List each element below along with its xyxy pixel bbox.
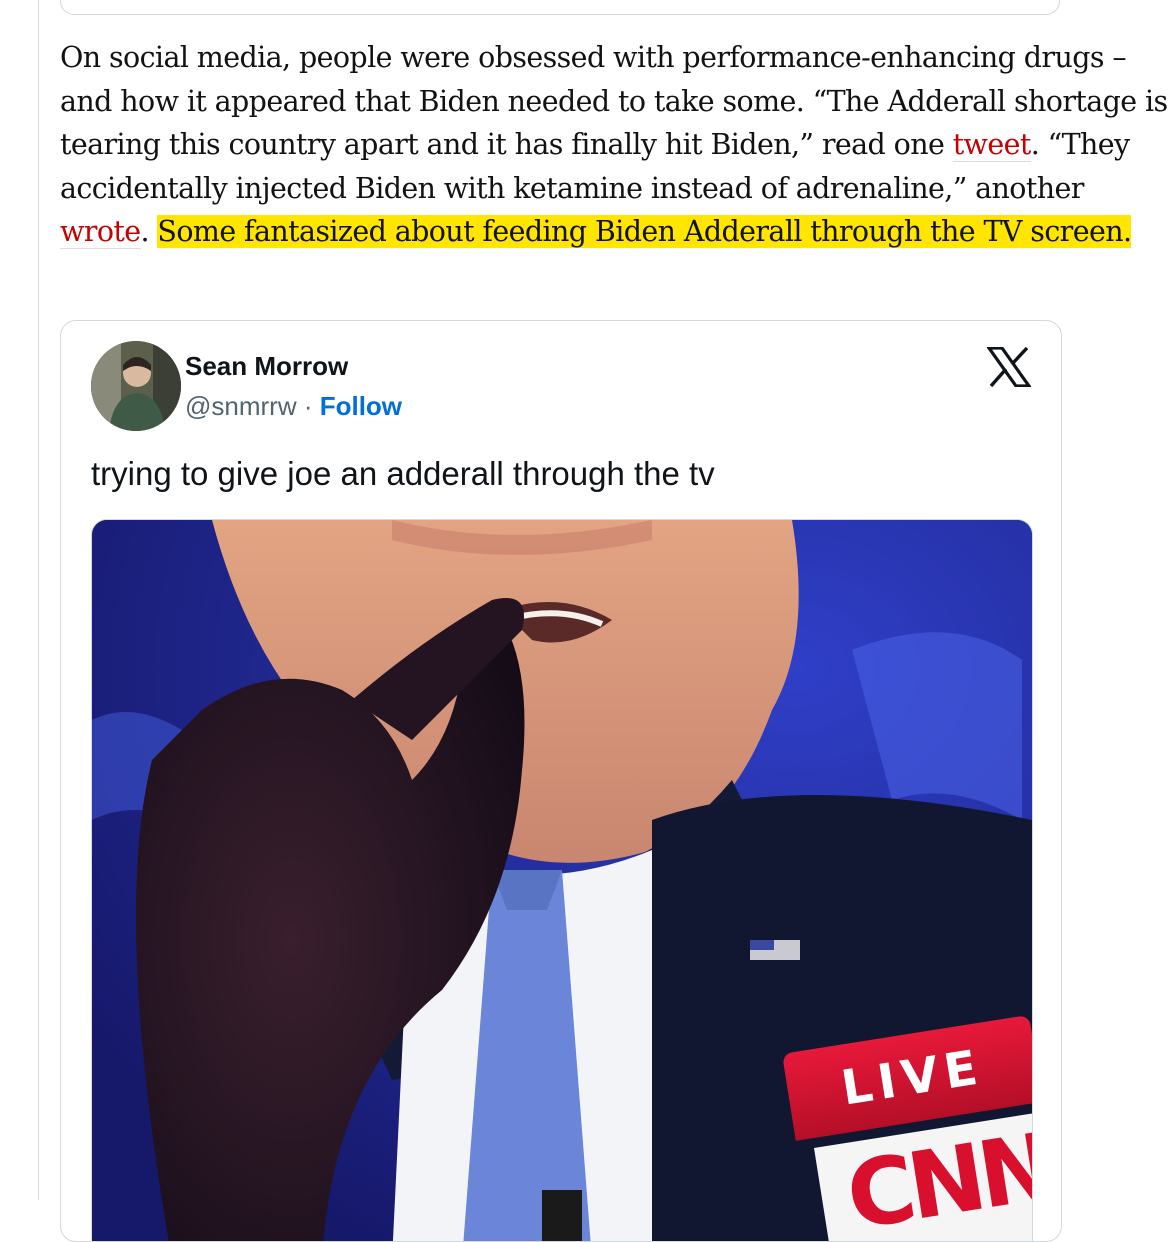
article-paragraph: On social media, people were obsessed wi…: [60, 36, 1170, 254]
avatar[interactable]: [91, 341, 181, 431]
handle-separator: ·: [296, 391, 320, 421]
tweet-media-image[interactable]: LIVE CNN: [91, 519, 1033, 1241]
embedded-tweet[interactable]: Sean Morrow @snmrrw · Follow trying to g…: [60, 320, 1062, 1242]
left-margin-rule: [38, 0, 39, 1200]
tweet-author-name[interactable]: Sean Morrow: [185, 351, 348, 382]
previous-embed-card: [60, 0, 1060, 15]
tweet-author-line: @snmrrw · Follow: [185, 391, 402, 422]
tweet-text: trying to give joe an adderall through t…: [91, 455, 715, 492]
x-logo-icon[interactable]: [985, 346, 1033, 388]
highlighted-sentence: Some fantasized about feeding Biden Adde…: [157, 215, 1132, 248]
follow-link[interactable]: Follow: [320, 391, 402, 421]
tweet-link[interactable]: tweet: [952, 128, 1031, 162]
paragraph-text-3: .: [140, 215, 158, 248]
article-body: On social media, people were obsessed wi…: [60, 36, 1170, 254]
tweet-handle[interactable]: @snmrrw: [185, 391, 297, 421]
wrote-link[interactable]: wrote: [60, 215, 141, 249]
